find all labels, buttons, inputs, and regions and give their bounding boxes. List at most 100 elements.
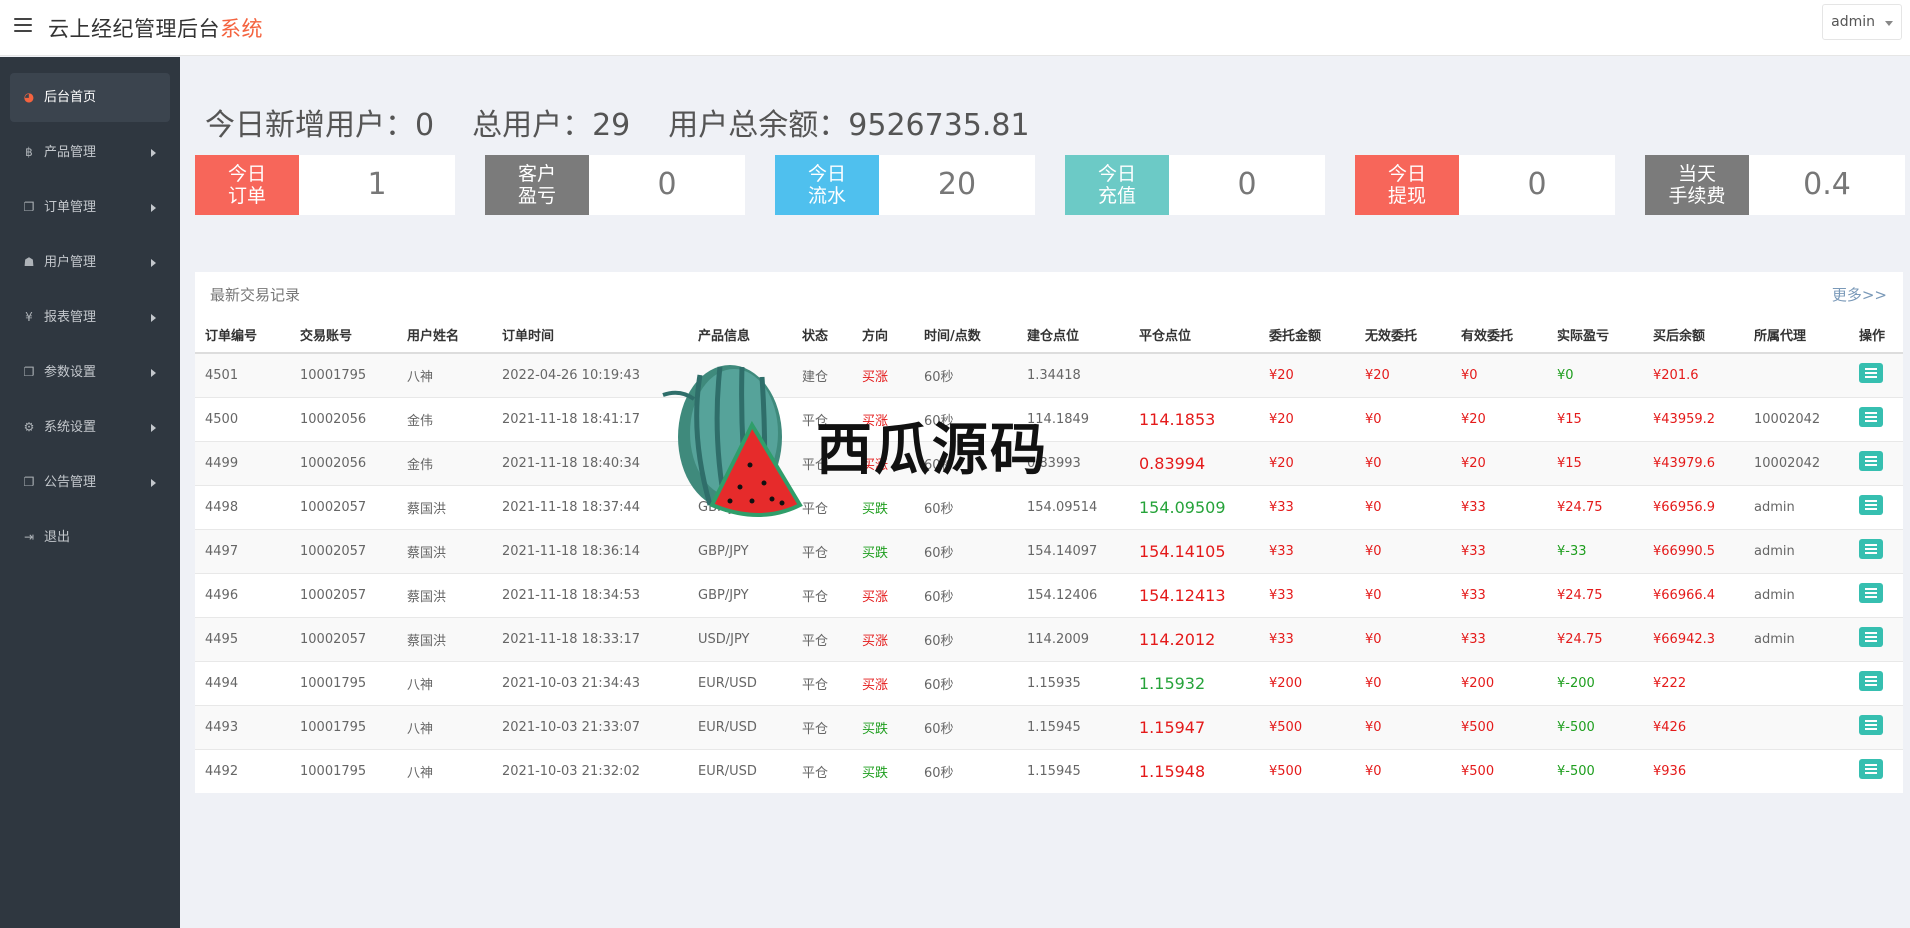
copy-icon: ❐ xyxy=(23,475,35,489)
detail-list-icon[interactable] xyxy=(1859,407,1883,427)
table-cell: 114.1849 xyxy=(1017,396,1129,441)
table-cell: admin xyxy=(1744,484,1849,529)
sidebar-item-1[interactable]: ฿ 产品管理 xyxy=(10,128,170,177)
stat-card-label-line1: 今日 xyxy=(1387,163,1426,185)
table-row: 4501 10001795 八神 2022-04-26 10:19:43 建仓 买涨 60秒… xyxy=(195,352,1903,397)
table-cell: ¥500 xyxy=(1451,748,1547,793)
sidebar-item-3[interactable]: ☗ 用户管理 xyxy=(10,238,170,287)
caret-right-icon xyxy=(151,424,156,432)
table-cell: ¥20 xyxy=(1259,396,1355,441)
stat-card-label-line2: 提现 xyxy=(1387,185,1426,207)
detail-list-icon[interactable] xyxy=(1859,495,1883,515)
table-cell: ¥500 xyxy=(1451,704,1547,749)
table-cell: 买跌 xyxy=(852,484,914,529)
table-cell: 1.15945 xyxy=(1017,704,1129,749)
more-link[interactable]: 更多>> xyxy=(1832,284,1887,305)
stat-card: 今日 订单 1 xyxy=(195,155,455,215)
table-cell: 114.2012 xyxy=(1129,616,1259,661)
table-cell: 154.09509 xyxy=(1129,484,1259,529)
sidebar-item-5[interactable]: ❐ 参数设置 xyxy=(10,348,170,397)
stat-card-label-line1: 今日 xyxy=(227,163,266,185)
table-cell: ¥0 xyxy=(1451,352,1547,397)
detail-list-icon[interactable] xyxy=(1859,759,1883,780)
sidebar-item-7[interactable]: ❐ 公告管理 xyxy=(10,458,170,507)
table-cell: ¥20 xyxy=(1355,352,1451,397)
table-cell: 平仓 xyxy=(792,396,852,441)
sidebar-item-0[interactable]: ◕ 后台首页 xyxy=(10,73,170,122)
table-cell: 60秒 xyxy=(914,484,1017,529)
trades-table: 订单编号 交易账号 用户姓名 订单时间 产品信息 状态 方向 时间/点数 建仓点位 平仓点位 委托金… xyxy=(195,316,1903,793)
sidebar-item-6[interactable]: ⚙ 系统设置 xyxy=(10,403,170,452)
sidebar-item-label: 报表管理 xyxy=(44,310,97,325)
stat-card-label-line1: 今日 xyxy=(807,163,846,185)
table-cell: ¥24.75 xyxy=(1547,484,1643,529)
table-cell: 10002057 xyxy=(290,528,397,573)
table-cell: 金伟 xyxy=(397,440,492,485)
table-cell: 10002057 xyxy=(290,616,397,661)
table-cell xyxy=(1744,748,1849,793)
table-cell: ¥66956.9 xyxy=(1643,484,1744,529)
table-cell: ¥-500 xyxy=(1547,748,1643,793)
hamburger-menu-icon[interactable] xyxy=(14,18,32,34)
table-cell: ¥20 xyxy=(1451,440,1547,485)
table-cell: ¥0 xyxy=(1355,528,1451,573)
copy-icon: ❐ xyxy=(23,200,35,214)
detail-list-icon[interactable] xyxy=(1859,671,1883,691)
table-cell: ¥24.75 xyxy=(1547,616,1643,661)
table-cell: ¥0 xyxy=(1355,616,1451,661)
table-cell: 4498 xyxy=(195,484,290,529)
table-cell: ¥33 xyxy=(1451,528,1547,573)
stat-card: 今日 流水 20 xyxy=(775,155,1035,215)
table-cell: 蔡国洪 xyxy=(397,484,492,529)
table-cell: 60秒 xyxy=(914,748,1017,793)
table-cell: admin xyxy=(1744,572,1849,617)
table-cell: ¥0 xyxy=(1355,704,1451,749)
table-cell: 八神 xyxy=(397,704,492,749)
table-cell: 154.12406 xyxy=(1017,572,1129,617)
table-row: 4499 10002056 金伟 2021-11-18 18:40:34 平仓 买涨 60秒… xyxy=(195,440,1903,485)
sidebar-item-4[interactable]: ¥ 报表管理 xyxy=(10,293,170,342)
table-cell: 4492 xyxy=(195,748,290,793)
table-cell: ¥15 xyxy=(1547,440,1643,485)
table-cell: ¥500 xyxy=(1259,748,1355,793)
table-row: 4496 10002057 蔡国洪 2021-11-18 18:34:53 GBP/JP… xyxy=(195,572,1903,617)
table-cell: 1.15935 xyxy=(1017,660,1129,705)
user-dropdown[interactable]: admin xyxy=(1822,4,1902,40)
table-cell: ¥20 xyxy=(1451,396,1547,441)
table-cell xyxy=(1744,660,1849,705)
table-cell: 10001795 xyxy=(290,704,397,749)
detail-list-icon[interactable] xyxy=(1859,539,1883,559)
table-cell: 八神 xyxy=(397,352,492,397)
detail-list-icon[interactable] xyxy=(1859,363,1883,384)
table-cell: 2021-11-18 18:40:34 xyxy=(492,440,688,485)
stat-card-label: 今日 流水 xyxy=(775,155,879,215)
summary-line: 今日新增用户：0 总用户：29 用户总余额：9526735.81 xyxy=(205,100,1068,144)
table-cell: 10002057 xyxy=(290,484,397,529)
table-cell: ¥0 xyxy=(1355,440,1451,485)
table-cell: ¥33 xyxy=(1259,616,1355,661)
detail-list-icon[interactable] xyxy=(1859,583,1883,603)
sidebar-item-2[interactable]: ❐ 订单管理 xyxy=(10,183,170,232)
table-row: 4492 10001795 八神 2021-10-03 21:32:02 EUR/USD… xyxy=(195,748,1903,793)
table-cell: ¥-33 xyxy=(1547,528,1643,573)
detail-list-icon[interactable] xyxy=(1859,627,1883,647)
detail-list-icon[interactable] xyxy=(1859,451,1883,471)
column-header: 平仓点位 xyxy=(1129,316,1259,354)
table-cell: EUR/USD xyxy=(688,704,792,749)
detail-list-icon[interactable] xyxy=(1859,715,1883,735)
table-cell-action xyxy=(1849,572,1903,617)
table-cell: 平仓 xyxy=(792,572,852,617)
sidebar-item-label: 公告管理 xyxy=(44,475,97,490)
table-cell: 买涨 xyxy=(852,352,914,397)
table-cell: 蔡国洪 xyxy=(397,616,492,661)
table-cell-action xyxy=(1849,660,1903,705)
table-cell: 买跌 xyxy=(852,528,914,573)
table-cell: ¥20 xyxy=(1259,352,1355,397)
table-cell: ¥43979.6 xyxy=(1643,440,1744,485)
column-header: 订单时间 xyxy=(492,316,688,354)
sidebar-item-8[interactable]: ⇥ 退出 xyxy=(10,513,170,562)
table-cell: 金伟 xyxy=(397,396,492,441)
table-cell: 4497 xyxy=(195,528,290,573)
table-cell: 60秒 xyxy=(914,704,1017,749)
stat-card: 客户 盈亏 0 xyxy=(485,155,745,215)
